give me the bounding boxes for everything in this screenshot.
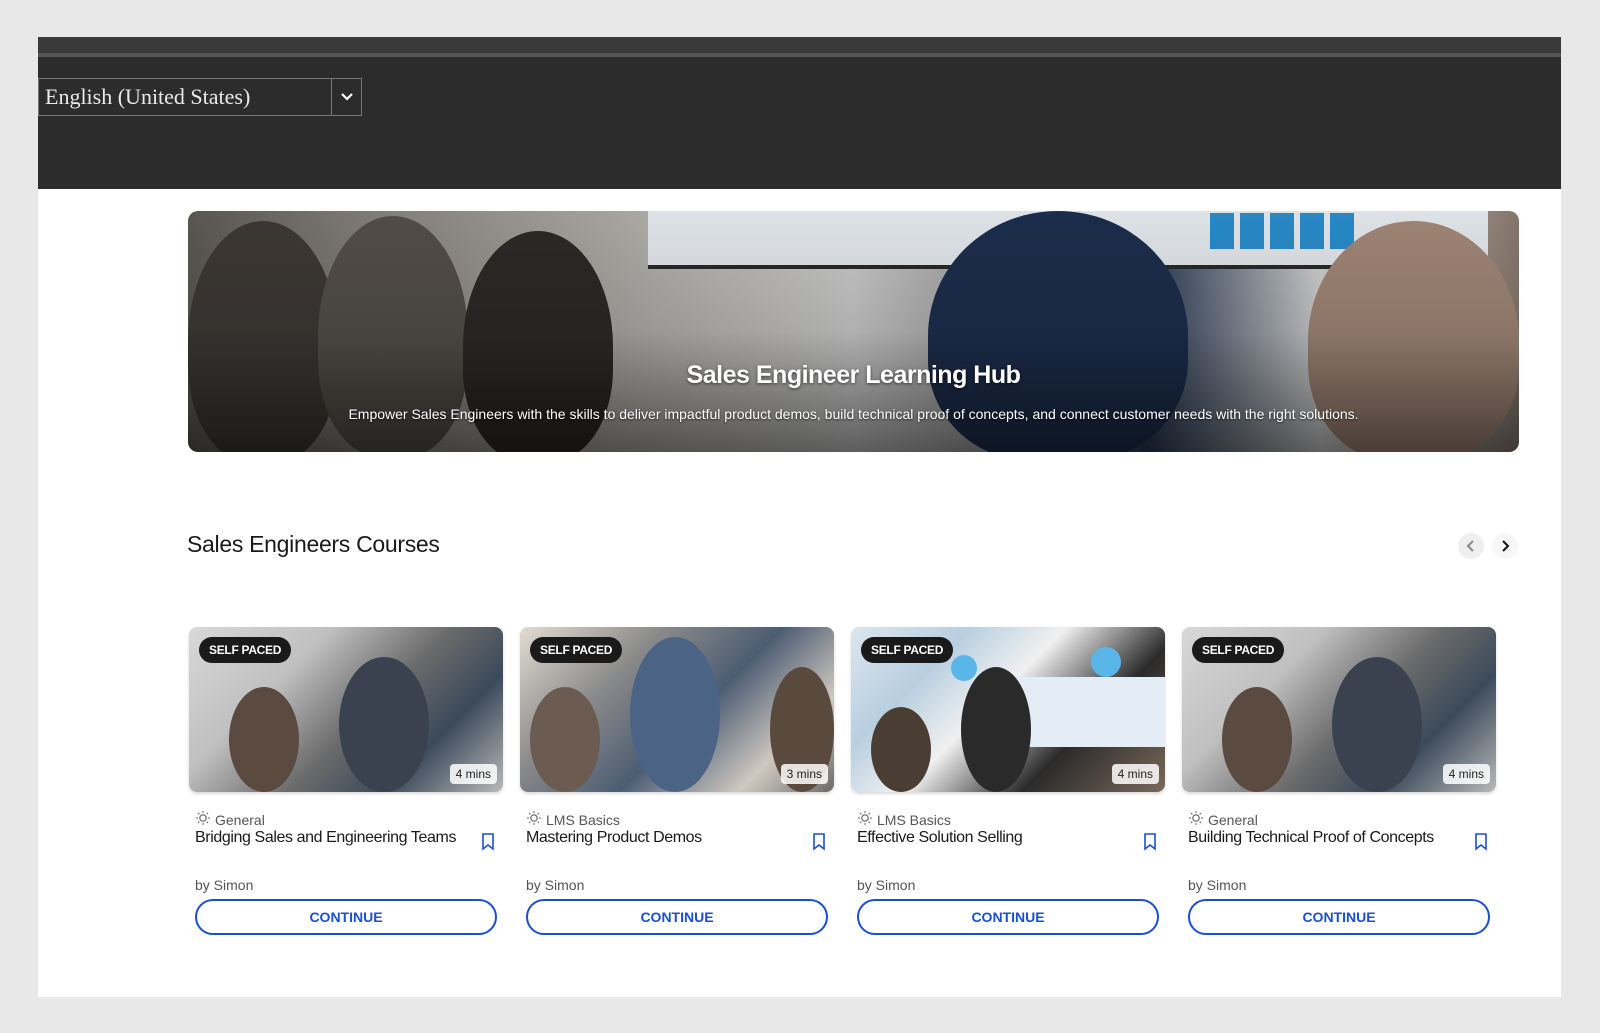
chevron-left-icon (1466, 540, 1474, 552)
course-card[interactable]: SELF PACED 4 mins LMS Basics Effective S… (851, 627, 1165, 935)
browser-strip (38, 37, 1561, 57)
hero-banner: Sales Engineer Learning Hub Empower Sale… (188, 211, 1519, 452)
continue-button[interactable]: CONTINUE (195, 899, 497, 935)
course-category: LMS Basics (526, 810, 620, 829)
hero-title: Sales Engineer Learning Hub (686, 361, 1021, 389)
category-label: LMS Basics (546, 811, 620, 828)
course-title[interactable]: Effective Solution Selling (857, 829, 1127, 847)
top-bar: English (United States) (38, 37, 1561, 189)
language-select-value: English (United States) (45, 84, 251, 109)
course-card[interactable]: SELF PACED 4 mins General Building Techn… (1182, 627, 1496, 935)
category-label: General (1208, 811, 1258, 828)
lightbulb-icon (857, 810, 873, 829)
course-category: General (1188, 810, 1258, 829)
course-thumbnail[interactable]: SELF PACED 4 mins (851, 627, 1165, 792)
lightbulb-icon (1188, 810, 1204, 829)
app-window: English (United States) Sales Engineer L… (38, 37, 1561, 997)
self-paced-badge: SELF PACED (530, 637, 623, 663)
self-paced-badge: SELF PACED (861, 637, 954, 663)
duration-label: 4 mins (1111, 764, 1159, 784)
course-author: by Simon (1188, 877, 1247, 893)
self-paced-badge: SELF PACED (199, 637, 292, 663)
chevron-right-icon (1502, 540, 1510, 552)
course-author: by Simon (195, 877, 254, 893)
continue-button[interactable]: CONTINUE (526, 899, 828, 935)
bookmark-icon[interactable] (1143, 833, 1157, 856)
category-label: LMS Basics (877, 811, 951, 828)
course-thumbnail[interactable]: SELF PACED 3 mins (520, 627, 834, 792)
category-label: General (215, 811, 265, 828)
duration-label: 4 mins (1442, 764, 1490, 784)
chevron-down-icon[interactable] (331, 79, 361, 115)
carousel-prev-button[interactable] (1458, 533, 1484, 559)
lightbulb-icon (195, 810, 211, 829)
course-title[interactable]: Mastering Product Demos (526, 829, 796, 847)
lightbulb-icon (526, 810, 542, 829)
course-category: LMS Basics (857, 810, 951, 829)
course-thumbnail[interactable]: SELF PACED 4 mins (189, 627, 503, 792)
carousel-next-button[interactable] (1492, 533, 1518, 559)
course-title[interactable]: Building Technical Proof of Concepts (1188, 829, 1458, 847)
duration-label: 4 mins (449, 764, 497, 784)
hero-subtitle: Empower Sales Engineers with the skills … (348, 406, 1359, 422)
bookmark-icon[interactable] (1474, 833, 1488, 856)
course-author: by Simon (857, 877, 916, 893)
language-select[interactable]: English (United States) (38, 78, 362, 116)
section-title: Sales Engineers Courses (187, 531, 440, 557)
self-paced-badge: SELF PACED (1192, 637, 1285, 663)
course-author: by Simon (526, 877, 585, 893)
course-title[interactable]: Bridging Sales and Engineering Teams (195, 829, 465, 847)
continue-button[interactable]: CONTINUE (1188, 899, 1490, 935)
bookmark-icon[interactable] (812, 833, 826, 856)
bookmark-icon[interactable] (481, 833, 495, 856)
course-card[interactable]: SELF PACED 3 mins LMS Basics Mastering P… (520, 627, 834, 935)
duration-label: 3 mins (780, 764, 828, 784)
course-card[interactable]: SELF PACED 4 mins General Bridging Sales… (189, 627, 503, 935)
course-carousel: SELF PACED 4 mins General Bridging Sales… (189, 627, 1520, 947)
course-category: General (195, 810, 265, 829)
continue-button[interactable]: CONTINUE (857, 899, 1159, 935)
course-thumbnail[interactable]: SELF PACED 4 mins (1182, 627, 1496, 792)
